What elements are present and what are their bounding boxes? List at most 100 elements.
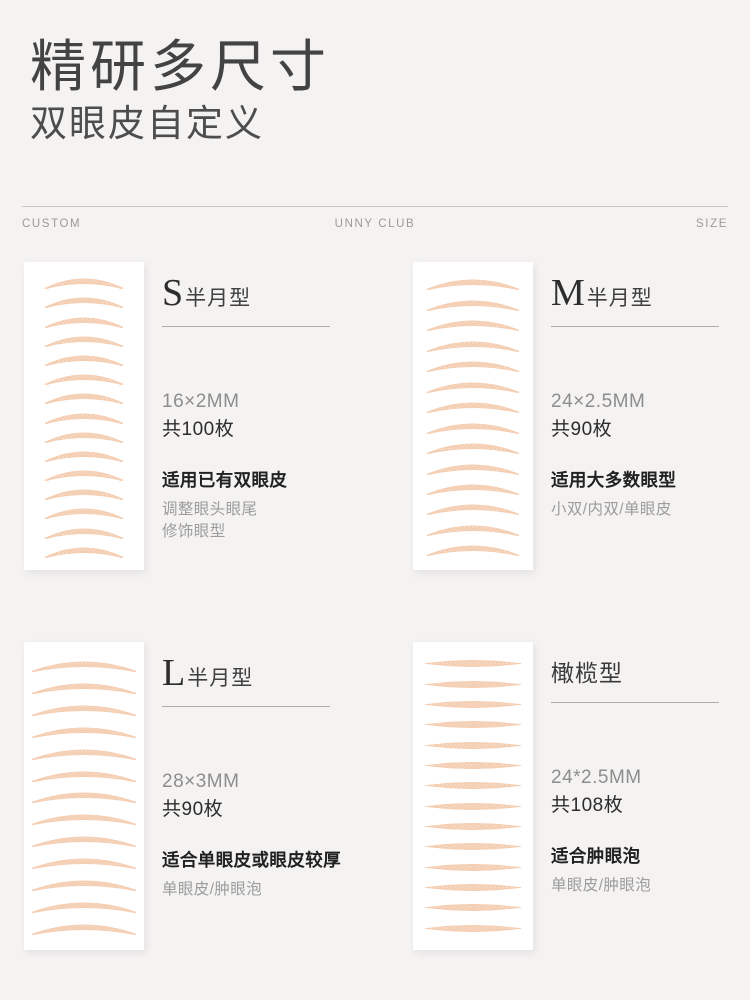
product-sheet-image [24,262,144,570]
title-underline [162,326,330,327]
size-shape-name: 橄榄型 [551,660,623,686]
label-brand: UNNY CLUB [334,218,416,230]
usage-detail-1: 单眼皮/肿眼泡 [162,880,263,898]
size-spec-block: 16×2MM 共100枚 [162,389,392,442]
usage-detail-1: 单眼皮/肿眼泡 [551,876,652,894]
eyelid-tape-strip [425,680,521,688]
hero-heading-block: 精研多尺寸 双眼皮自定义 [30,38,630,144]
usage-headline: 适合肿眼泡 [551,846,641,867]
usage-block: 适合单眼皮或眼皮较厚 单眼皮/肿眼泡 [162,848,392,901]
usage-block: 适用大多数眼型 小双/内双/单眼皮 [551,468,750,521]
size-spec-block: 24*2.5MM 共108枚 [551,765,750,818]
size-shape-name: 半月型 [185,287,252,310]
eyelid-tape-strip [45,336,123,347]
eyelid-tape-strip [425,721,521,729]
size-spec-block: 28×3MM 共90枚 [162,769,392,822]
size-card-s[interactable]: S 半月型 16×2MM 共100枚 适用已有双眼皮 调整眼头眼尾 修饰眼型 [24,262,392,570]
tape-strip-stack [24,642,144,950]
spec-quantity: 共90枚 [551,418,613,440]
eyelid-tape-strip [427,361,519,373]
tape-strip-stack [413,642,533,950]
eyelid-tape-strip [45,547,123,558]
size-card-info: S 半月型 16×2MM 共100枚 适用已有双眼皮 调整眼头眼尾 修饰眼型 [162,262,392,544]
tape-strip-stack [24,262,144,570]
eyelid-tape-strip [427,525,519,536]
product-sheet-image [24,642,144,950]
product-detail-page: 精研多尺寸 双眼皮自定义 CUSTOM UNNY CLUB SIZE S 半月型… [0,0,750,1000]
eyelid-tape-strip [425,904,521,912]
eyelid-tape-strip [425,700,521,708]
eyelid-tape-strip [32,749,136,760]
label-custom: CUSTOM [22,218,82,230]
size-card-title: L 半月型 [162,654,392,692]
eyelid-tape-strip [427,443,519,455]
eyelid-tape-strip [427,484,519,495]
eyelid-tape-strip [425,924,521,932]
spec-quantity: 共90枚 [162,798,224,820]
label-size: SIZE [696,218,728,230]
size-card-title: S 半月型 [162,274,392,312]
spec-quantity: 共108枚 [551,794,624,816]
eyelid-tape-strip [427,423,519,434]
eyelid-tape-strip [45,432,123,443]
size-spec-block: 24×2.5MM 共90枚 [551,389,750,442]
size-shape-name: 半月型 [586,287,653,310]
eyelid-tape-strip [45,470,123,482]
eyelid-tape-strip [425,660,521,668]
title-underline [551,326,719,327]
eyelid-tape-strip [45,297,123,309]
eyelid-tape-strip [45,451,123,462]
eyelid-tape-strip [45,393,123,405]
size-card-title: 橄榄型 [551,654,750,688]
usage-detail-1: 调整眼头眼尾 [162,500,258,518]
usage-block: 适用已有双眼皮 调整眼头眼尾 修饰眼型 [162,468,392,543]
eyelid-tape-strip [32,683,136,694]
eyelid-tape-strip [425,782,521,790]
usage-detail-2: 修饰眼型 [162,523,226,541]
product-sheet-image [413,642,533,950]
usage-headline: 适合单眼皮或眼皮较厚 [162,850,341,871]
size-shape-name: 半月型 [187,667,254,690]
spec-dimensions: 24×2.5MM [551,391,646,412]
eyelid-tape-strip [32,771,136,782]
spec-dimensions: 24*2.5MM [551,767,642,788]
eyelid-tape-strip [425,822,521,830]
label-bar: CUSTOM UNNY CLUB SIZE [22,218,728,240]
size-card-info: L 半月型 28×3MM 共90枚 适合单眼皮或眼皮较厚 单眼皮/肿眼泡 [162,642,392,901]
title-underline [162,706,330,707]
spec-dimensions: 28×3MM [162,771,240,792]
eyelid-tape-strip [427,382,519,393]
size-card-info: 橄榄型 24*2.5MM 共108枚 适合肿眼泡 单眼皮/肿眼泡 [551,642,750,897]
eyelid-tape-strip [45,528,123,539]
eyelid-tape-strip [32,814,136,826]
usage-block: 适合肿眼泡 单眼皮/肿眼泡 [551,844,750,897]
spec-quantity: 共100枚 [162,418,235,440]
tape-strip-stack [413,262,533,570]
size-card-info: M 半月型 24×2.5MM 共90枚 适用大多数眼型 小双/内双/单眼皮 [551,262,750,521]
eyelid-tape-strip [45,355,123,366]
size-letter: S [162,272,184,314]
size-letter: M [551,272,585,314]
eyelid-tape-strip [45,413,123,424]
usage-detail-1: 小双/内双/单眼皮 [551,500,672,518]
eyelid-tape-strip [427,545,519,557]
eyelid-tape-strip [427,464,519,475]
size-card-l[interactable]: L 半月型 28×3MM 共90枚 适合单眼皮或眼皮较厚 单眼皮/肿眼泡 [24,642,392,950]
eyelid-tape-strip [427,504,519,516]
eyelid-tape-strip [425,843,521,851]
product-sheet-image [413,262,533,570]
eyelid-tape-strip [427,279,519,291]
eyelid-tape-strip [32,727,136,738]
eyelid-tape-strip [45,278,123,290]
eyelid-tape-strip [427,341,519,352]
size-card-olive[interactable]: 橄榄型 24*2.5MM 共108枚 适合肿眼泡 单眼皮/肿眼泡 [413,642,750,950]
size-card-m[interactable]: M 半月型 24×2.5MM 共90枚 适用大多数眼型 小双/内双/单眼皮 [413,262,750,570]
eyelid-tape-strip [32,793,136,804]
size-letter: L [162,652,186,694]
eyelid-tape-strip [32,924,136,935]
eyelid-tape-strip [32,661,136,672]
eyelid-tape-strip [427,402,519,414]
eyelid-tape-strip [425,863,521,871]
page-subtitle: 双眼皮自定义 [30,103,264,145]
size-card-title: M 半月型 [551,274,750,312]
